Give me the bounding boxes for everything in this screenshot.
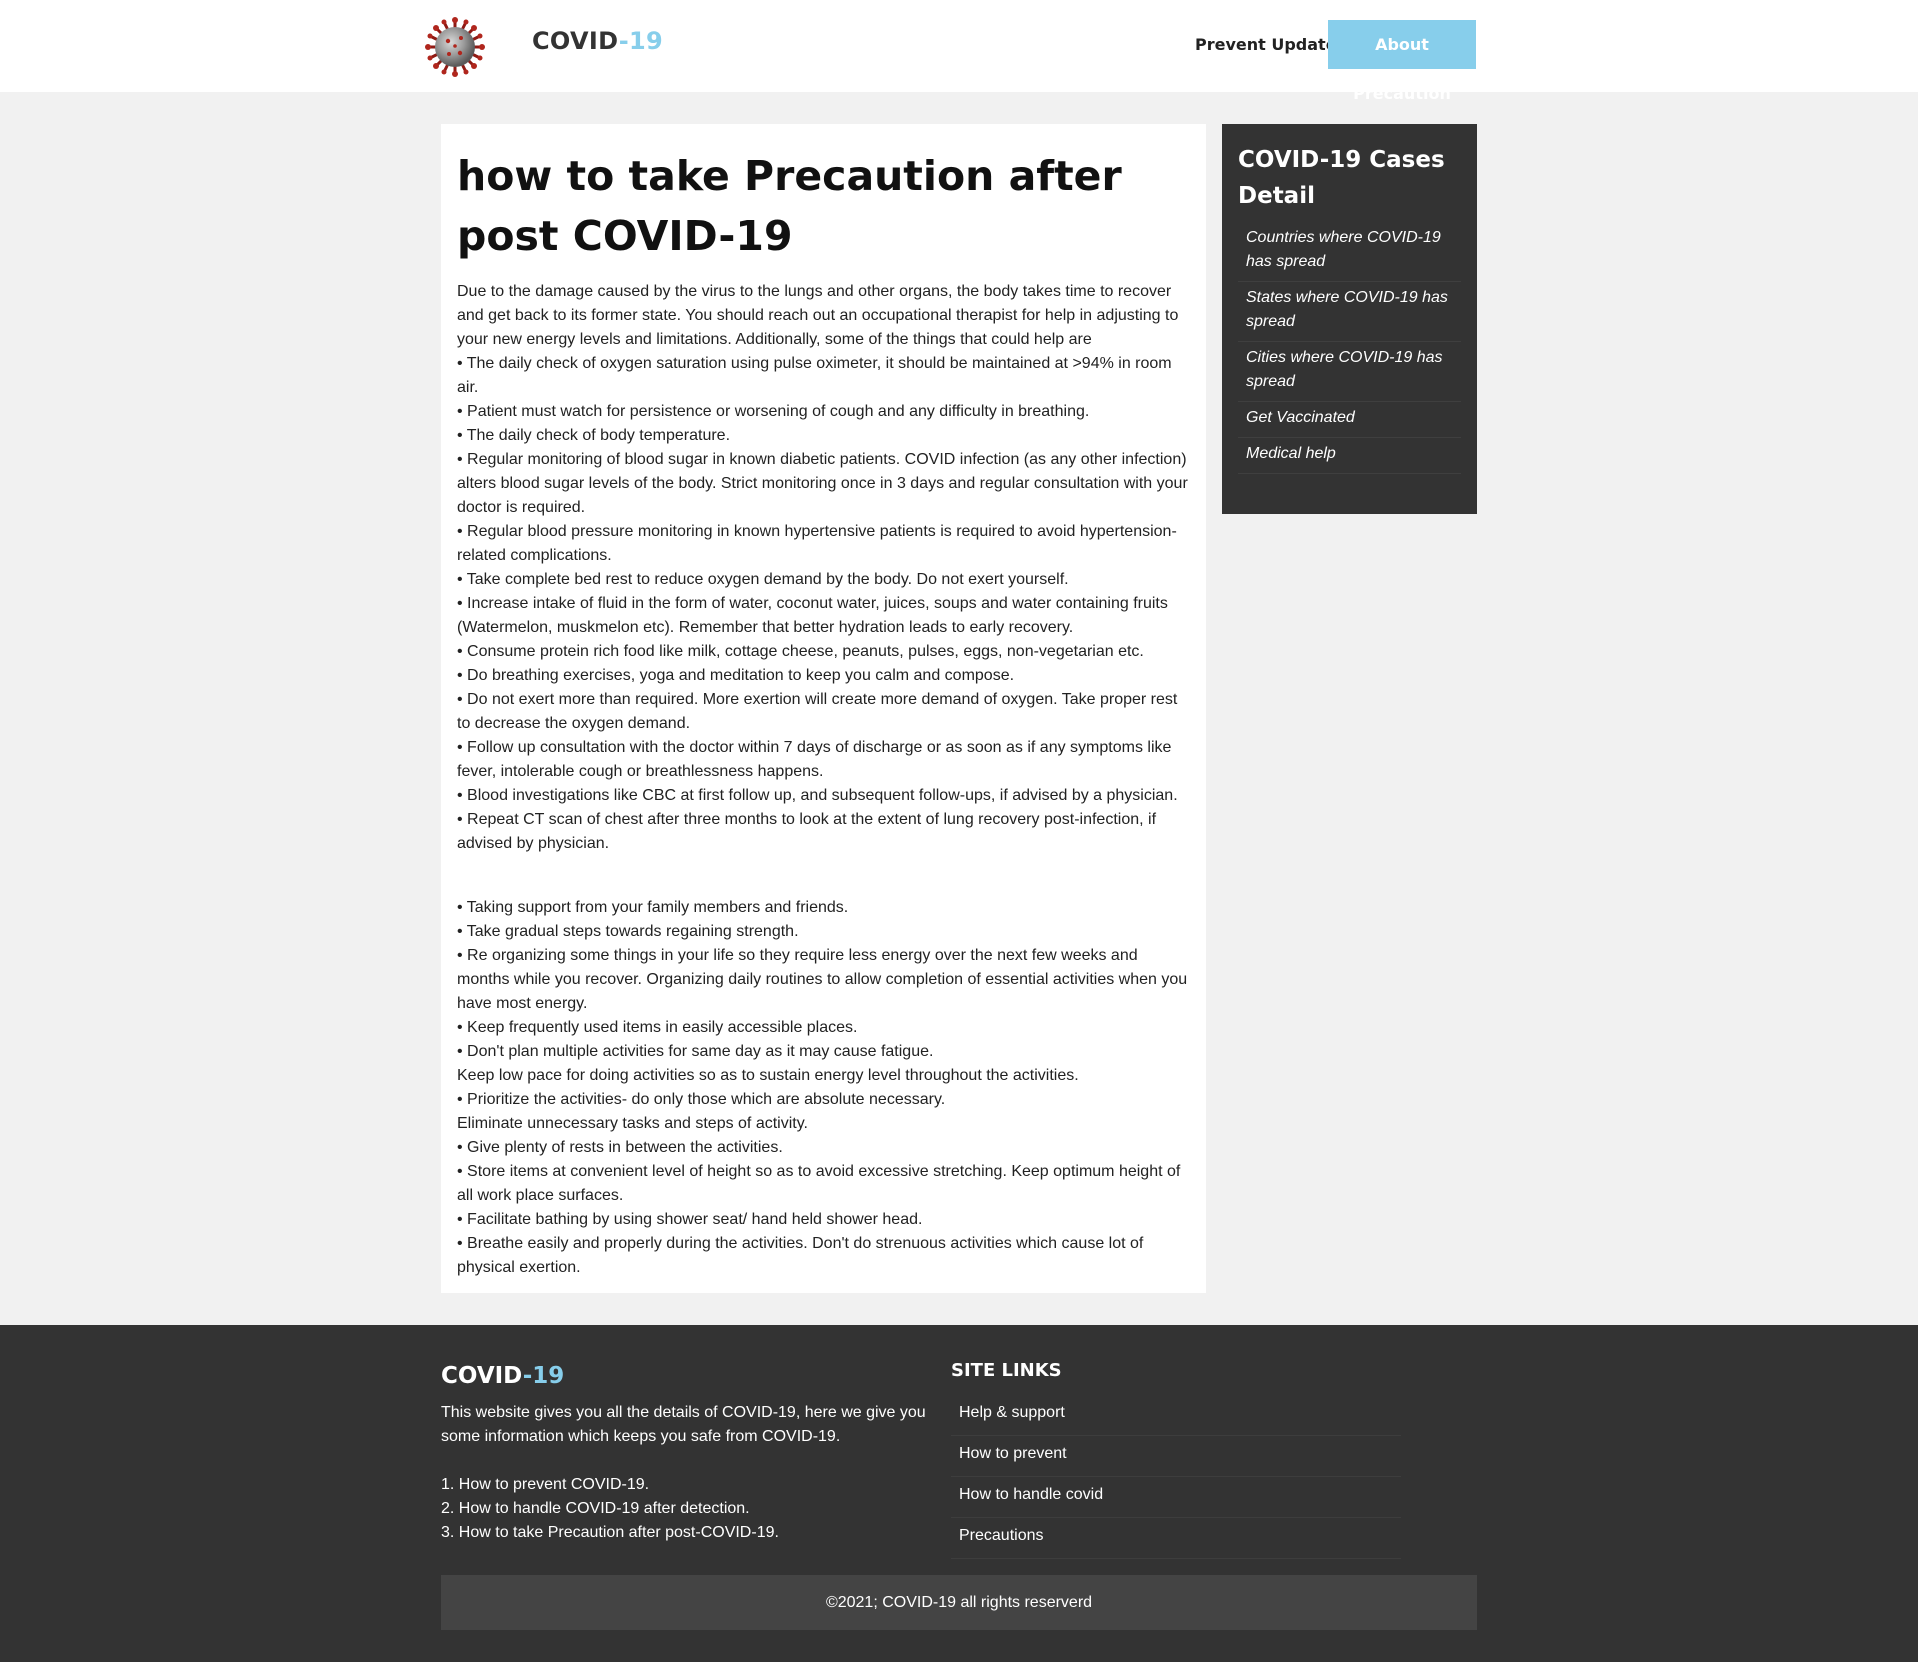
site-brand[interactable]: COVID-19 bbox=[532, 27, 663, 55]
article-paragraph: • Give plenty of rests in between the ac… bbox=[457, 1139, 783, 1156]
article-paragraph: • Re organizing some things in your life… bbox=[457, 947, 1188, 1012]
article-paragraph: • Regular blood pressure monitoring in k… bbox=[457, 523, 1177, 564]
nav-about-precaution[interactable]: About Precaution bbox=[1328, 20, 1476, 103]
article-title: how to take Precaution after post COVID-… bbox=[457, 152, 1122, 260]
article-paragraph: • Consume protein rich food like milk, c… bbox=[457, 643, 1144, 660]
article-paragraph: • Repeat CT scan of chest after three mo… bbox=[457, 811, 1157, 852]
article-paragraph: • Taking support from your family member… bbox=[457, 899, 849, 916]
site-links-title: SITE LINKS bbox=[951, 1360, 1062, 1381]
article-paragraph: Due to the damage caused by the virus to… bbox=[457, 283, 1179, 348]
sidebar-item-countries[interactable]: Countries where COVID-19 has spread bbox=[1238, 222, 1461, 282]
article-paragraph: • Facilitate bathing by using shower sea… bbox=[457, 1211, 923, 1228]
cases-sidebar: COVID-19 Cases Detail Countries where CO… bbox=[1222, 124, 1477, 514]
site-footer: COVID-19 This website gives you all the … bbox=[0, 1325, 1918, 1662]
article-body: Due to the damage caused by the virus to… bbox=[457, 280, 1190, 1280]
sidebar-item-link[interactable]: States where COVID-19 has spread bbox=[1246, 289, 1448, 330]
article-paragraph: • Take complete bed rest to reduce oxyge… bbox=[457, 571, 1069, 588]
article-paragraph: Keep low pace for doing activities so as… bbox=[457, 1067, 1079, 1084]
article-paragraph: • Do not exert more than required. More … bbox=[457, 691, 1178, 732]
site-header: COVID-19 Prevent Update About Precaution bbox=[0, 0, 1918, 103]
copyright-bar: ©2021; COVID-19 all rights reserverd bbox=[441, 1575, 1477, 1630]
sidebar-item-states[interactable]: States where COVID-19 has spread bbox=[1238, 282, 1461, 342]
site-links-list: Help & support How to prevent How to han… bbox=[951, 1395, 1401, 1559]
site-link[interactable]: How to prevent bbox=[959, 1445, 1067, 1462]
footer-gap bbox=[441, 1449, 941, 1473]
site-link[interactable]: How to handle covid bbox=[959, 1486, 1103, 1503]
site-link-prevent[interactable]: How to prevent bbox=[951, 1436, 1401, 1477]
main-article: how to take Precaution after post COVID-… bbox=[441, 124, 1206, 1293]
sidebar-item-link[interactable]: Countries where COVID-19 has spread bbox=[1246, 229, 1441, 270]
sidebar-item-link[interactable]: Medical help bbox=[1246, 445, 1336, 462]
article-paragraph: • Keep frequently used items in easily a… bbox=[457, 1019, 858, 1036]
sidebar-item-link[interactable]: Cities where COVID-19 has spread bbox=[1246, 349, 1443, 390]
coronavirus-logo-icon[interactable] bbox=[424, 16, 486, 78]
brand-accent-text: -19 bbox=[618, 27, 664, 55]
article-paragraph: • Patient must watch for persistence or … bbox=[457, 403, 1090, 420]
footer-list-item: 2. How to handle COVID-19 after detectio… bbox=[441, 1500, 750, 1517]
sidebar-item-medical-help[interactable]: Medical help bbox=[1238, 438, 1461, 474]
article-paragraph: • Don't plan multiple activities for sam… bbox=[457, 1043, 934, 1060]
sidebar-title: COVID-19 Cases Detail bbox=[1238, 147, 1445, 209]
footer-list-item: 1. How to prevent COVID-19. bbox=[441, 1476, 650, 1493]
site-link[interactable]: Help & support bbox=[959, 1404, 1065, 1421]
site-link-help[interactable]: Help & support bbox=[951, 1395, 1401, 1436]
article-paragraph: • Regular monitoring of blood sugar in k… bbox=[457, 451, 1188, 516]
article-paragraph: • Increase intake of fluid in the form o… bbox=[457, 595, 1168, 636]
sidebar-item-link[interactable]: Get Vaccinated bbox=[1246, 409, 1355, 426]
sidebar-item-vaccinated[interactable]: Get Vaccinated bbox=[1238, 402, 1461, 438]
footer-description: This website gives you all the details o… bbox=[441, 1404, 926, 1445]
article-paragraph: • Blood investigations like CBC at first… bbox=[457, 787, 1178, 804]
footer-about: This website gives you all the details o… bbox=[441, 1401, 941, 1545]
site-link[interactable]: Precautions bbox=[959, 1527, 1044, 1544]
article-paragraph: • Breathe easily and properly during the… bbox=[457, 1235, 1144, 1276]
nav-prevent-update[interactable]: Prevent Update bbox=[1179, 20, 1353, 69]
article-paragraph: • Do breathing exercises, yoga and medit… bbox=[457, 667, 1015, 684]
article-paragraph: • The daily check of oxygen saturation u… bbox=[457, 355, 1172, 396]
article-paragraph: • The daily check of body temperature. bbox=[457, 427, 731, 444]
footer-brand: COVID-19 bbox=[441, 1363, 564, 1389]
article-paragraph: • Follow up consultation with the doctor… bbox=[457, 739, 1172, 780]
sidebar-item-cities[interactable]: Cities where COVID-19 has spread bbox=[1238, 342, 1461, 402]
footer-list-item: 3. How to take Precaution after post-COV… bbox=[441, 1524, 779, 1541]
article-paragraph: Eliminate unnecessary tasks and steps of… bbox=[457, 1115, 808, 1132]
sidebar-list: Countries where COVID-19 has spread Stat… bbox=[1238, 222, 1461, 474]
footer-brand-main: COVID bbox=[441, 1363, 523, 1389]
article-paragraph: • Prioritize the activities- do only tho… bbox=[457, 1091, 946, 1108]
brand-main-text: COVID bbox=[532, 27, 619, 55]
site-link-precautions[interactable]: Precautions bbox=[951, 1518, 1401, 1559]
article-paragraph: • Take gradual steps towards regaining s… bbox=[457, 923, 799, 940]
footer-brand-accent: -19 bbox=[522, 1363, 565, 1389]
article-paragraph: • Store items at convenient level of hei… bbox=[457, 1163, 1181, 1204]
site-link-handle[interactable]: How to handle covid bbox=[951, 1477, 1401, 1518]
